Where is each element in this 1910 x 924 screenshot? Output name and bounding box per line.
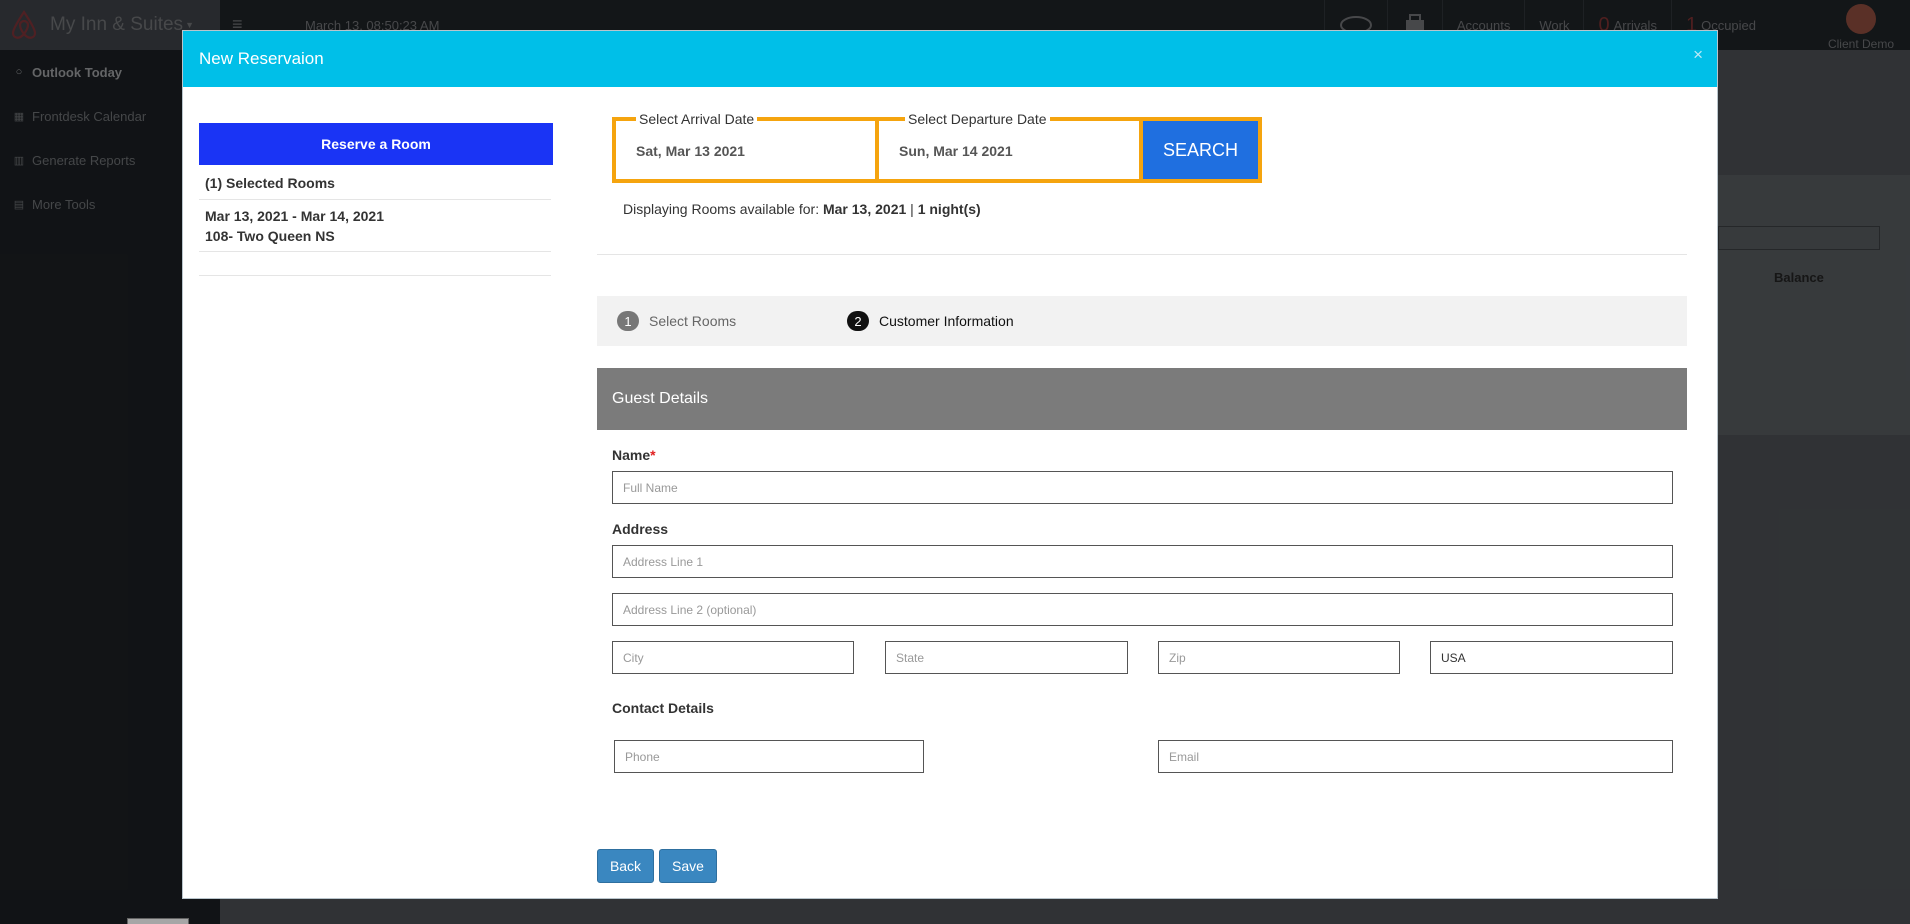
arrival-date-value: Sat, Mar 13 2021 bbox=[636, 143, 745, 159]
availability-separator: | bbox=[906, 201, 918, 217]
availability-date: Mar 13, 2021 bbox=[822, 201, 907, 217]
availability-summary: Displaying Rooms available for: Mar 13, … bbox=[623, 201, 981, 217]
search-button[interactable]: SEARCH bbox=[1143, 121, 1258, 179]
step-select-rooms[interactable]: 1 Select Rooms bbox=[617, 311, 736, 331]
modal-header: New Reservaion × bbox=[183, 31, 1717, 87]
step-label: Select Rooms bbox=[649, 313, 737, 329]
address-line2-input[interactable] bbox=[612, 593, 1673, 626]
step-label: Customer Information bbox=[879, 313, 1014, 329]
state-input[interactable] bbox=[885, 641, 1128, 674]
address-label: Address bbox=[612, 521, 669, 537]
full-name-input[interactable] bbox=[612, 471, 1673, 504]
arrival-date-field[interactable]: Select Arrival Date Sat, Mar 13 2021 bbox=[616, 112, 875, 179]
reservation-steps: 1 Select Rooms 2 Customer Information bbox=[597, 296, 1687, 346]
divider bbox=[597, 254, 1687, 255]
name-label: Name* bbox=[612, 447, 656, 463]
departure-date-label: Select Departure Date bbox=[905, 112, 1050, 126]
step-number: 2 bbox=[847, 311, 869, 331]
selected-room-dates: Mar 13, 2021 - Mar 14, 2021 bbox=[205, 208, 385, 224]
step-number: 1 bbox=[617, 311, 639, 331]
new-reservation-modal: New Reservaion × Reserve a Room (1) Sele… bbox=[182, 30, 1718, 899]
departure-date-field[interactable]: Select Departure Date Sun, Mar 14 2021 bbox=[879, 112, 1139, 179]
date-search-bar: Select Arrival Date Sat, Mar 13 2021 Sel… bbox=[612, 112, 1262, 183]
guest-details-heading: Guest Details bbox=[597, 368, 1687, 430]
availability-prefix: Displaying Rooms available for: bbox=[623, 201, 823, 217]
name-label-text: Name bbox=[612, 447, 651, 463]
step-customer-information[interactable]: 2 Customer Information bbox=[847, 311, 1014, 331]
divider bbox=[199, 275, 551, 276]
phone-input[interactable] bbox=[614, 740, 924, 773]
address-line1-input[interactable] bbox=[612, 545, 1673, 578]
save-button[interactable]: Save bbox=[659, 849, 717, 883]
availability-nights: 1 night(s) bbox=[917, 201, 981, 217]
country-input[interactable] bbox=[1430, 641, 1673, 674]
required-mark: * bbox=[650, 447, 656, 463]
close-icon[interactable]: × bbox=[1693, 45, 1703, 65]
back-button[interactable]: Back bbox=[597, 849, 654, 883]
selected-room-name: 108- Two Queen NS bbox=[205, 228, 335, 244]
arrival-date-label: Select Arrival Date bbox=[636, 112, 758, 126]
email-input[interactable] bbox=[1158, 740, 1673, 773]
contact-details-label: Contact Details bbox=[612, 700, 714, 716]
zip-input[interactable] bbox=[1158, 641, 1400, 674]
divider bbox=[199, 199, 551, 200]
selected-rooms-count: (1) Selected Rooms bbox=[205, 175, 335, 191]
divider bbox=[199, 251, 551, 252]
reserve-room-button[interactable]: Reserve a Room bbox=[199, 123, 553, 165]
departure-date-value: Sun, Mar 14 2021 bbox=[899, 143, 1013, 159]
modal-title: New Reservaion bbox=[199, 49, 324, 68]
city-input[interactable] bbox=[612, 641, 854, 674]
